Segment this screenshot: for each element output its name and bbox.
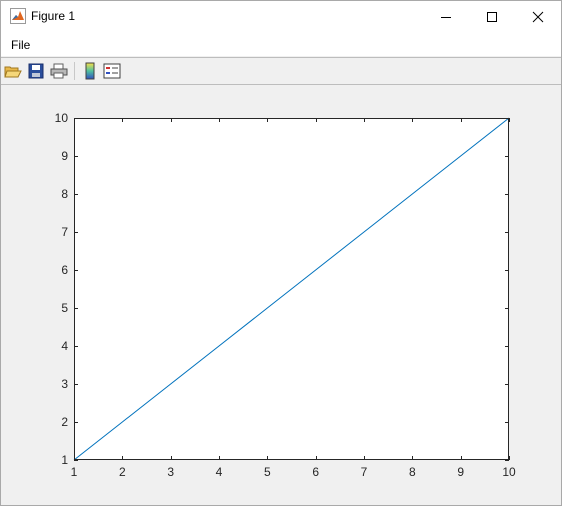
y-tick-label: 4 xyxy=(61,339,68,353)
close-icon xyxy=(532,11,544,22)
minimize-button[interactable] xyxy=(423,1,469,32)
x-tick-label: 6 xyxy=(312,465,319,479)
y-tick-label: 1 xyxy=(61,453,68,467)
window-title: Figure 1 xyxy=(31,9,76,23)
x-tick-label: 10 xyxy=(502,465,516,479)
print-button[interactable] xyxy=(49,61,69,81)
print-icon xyxy=(50,63,68,79)
x-tick-label: 7 xyxy=(361,465,368,479)
y-tick-label: 3 xyxy=(61,377,68,391)
x-tick-label: 1 xyxy=(71,465,78,479)
y-tick-label: 7 xyxy=(61,225,68,239)
insert-colorbar-button[interactable] xyxy=(80,61,100,81)
title-bar: Figure 1 xyxy=(1,1,561,32)
x-tick-label: 5 xyxy=(264,465,271,479)
legend-icon xyxy=(103,63,121,79)
y-tick-label: 8 xyxy=(61,187,68,201)
toolbar-separator xyxy=(74,62,75,80)
y-tick-label: 5 xyxy=(61,301,68,315)
open-file-icon xyxy=(4,66,22,78)
figure-toolbar xyxy=(1,57,561,85)
close-button[interactable] xyxy=(515,1,561,32)
colorbar-icon xyxy=(85,62,95,80)
x-tick-label: 2 xyxy=(119,465,126,479)
insert-legend-button[interactable] xyxy=(102,61,122,81)
menu-file[interactable]: File xyxy=(11,38,30,52)
figure-canvas: 1 2 3 4 5 6 7 8 9 10 1 2 3 4 5 6 7 8 9 10 xyxy=(55,111,516,479)
open-button[interactable] xyxy=(3,61,23,81)
y-tick-label: 9 xyxy=(61,149,68,163)
figure-window: Figure 1 File 1 2 3 4 5 6 7 8 9 10 1 2 3… xyxy=(0,0,562,506)
x-tick-label: 8 xyxy=(409,465,416,479)
x-tick-label: 4 xyxy=(216,465,223,479)
save-button[interactable] xyxy=(26,61,46,81)
y-tick-label: 10 xyxy=(55,111,69,125)
minimize-icon xyxy=(441,16,451,18)
menu-bar: File xyxy=(1,32,561,56)
y-tick-label: 6 xyxy=(61,263,68,277)
x-tick-label: 9 xyxy=(457,465,464,479)
save-icon xyxy=(28,63,44,79)
y-tick-label: 2 xyxy=(61,415,68,429)
maximize-button[interactable] xyxy=(469,1,515,32)
x-tick-label: 3 xyxy=(167,465,174,479)
matlab-icon xyxy=(10,8,26,24)
maximize-icon xyxy=(487,11,497,22)
